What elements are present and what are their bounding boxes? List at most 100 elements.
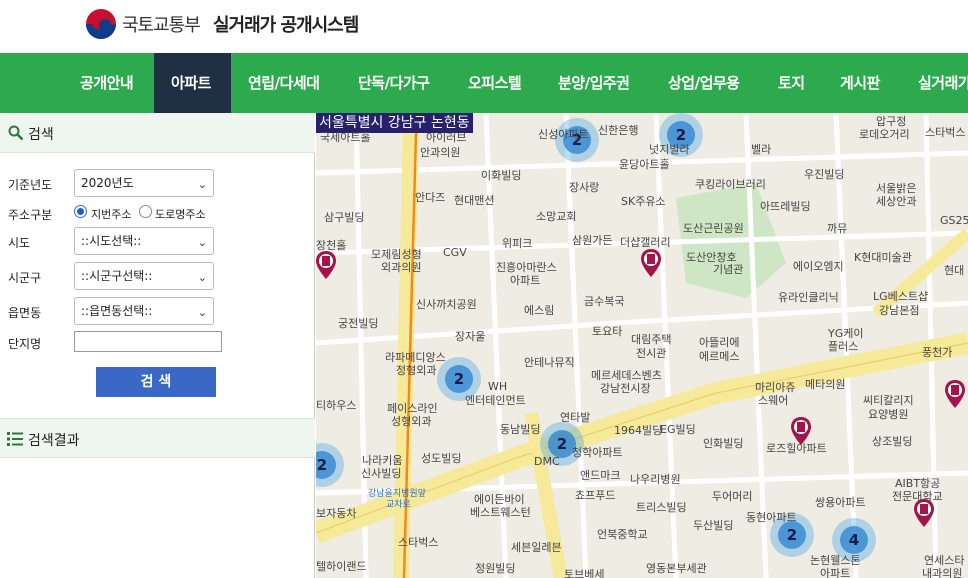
nav-item-guide[interactable]: 공개안내 — [80, 53, 140, 113]
year-select[interactable]: 2020년도 ⌄ — [74, 169, 214, 197]
map-label: 쌍용아파트 — [815, 496, 866, 509]
sido-label: 시도 — [8, 236, 31, 250]
map-label: GS25 — [940, 214, 968, 227]
map-label: 정원빌딩 — [475, 562, 516, 575]
apartment-marker-icon[interactable] — [641, 249, 661, 277]
map-label: 현대맨션 — [454, 194, 495, 207]
government-emblem-icon[interactable] — [86, 9, 116, 39]
map-label: 연타발 — [560, 411, 591, 424]
map-label: 토브베세 — [564, 568, 605, 578]
results-header: 검색결과 — [0, 418, 315, 458]
apartment-marker-icon[interactable] — [316, 251, 336, 279]
map-label: 기념관 — [713, 263, 744, 276]
map-label: 로데오거리 — [859, 128, 910, 141]
map-label: 안다즈 — [415, 191, 446, 204]
map-label: 국세아트홀 — [320, 131, 371, 144]
map-label: 언북중학교 — [597, 528, 648, 541]
year-label: 기준년도 — [8, 178, 53, 192]
map-label: 도산근린공원 — [683, 222, 744, 235]
map-label: 더샵갤러리 — [620, 236, 671, 249]
search-button[interactable]: 검 색 — [96, 367, 216, 397]
map-label: 성형외과 — [391, 415, 432, 428]
map-label: 윤당아트홀 — [619, 158, 670, 171]
map-label: 교차로 — [386, 500, 411, 510]
map-label: 신성아파트 — [538, 128, 589, 141]
sido-select[interactable]: ::시도선택:: ⌄ — [74, 227, 214, 255]
map-label: 영동본부세관 — [646, 562, 707, 575]
map-label: 세븐일레븐 — [511, 541, 562, 554]
map-label: 삼구빌딩 — [324, 211, 365, 224]
search-title: 검색 — [28, 127, 54, 143]
radio-road-address[interactable] — [139, 205, 152, 218]
map-label: 전문대학교 — [892, 490, 943, 503]
search-header: 검색 — [0, 113, 315, 153]
map-label: 성도빌딩 — [421, 452, 462, 465]
apartment-marker-icon[interactable] — [945, 380, 965, 408]
map-label: 안테나뮤직 — [524, 356, 575, 369]
map-label: 청학아파트 — [572, 446, 623, 459]
sigungu-select[interactable]: ::시군구선택:: ⌄ — [74, 262, 214, 290]
map-label: 안과의원 — [420, 146, 461, 159]
search-icon — [8, 125, 24, 141]
map-label: 세상안과 — [876, 195, 917, 208]
map-label: 메타의원 — [805, 378, 846, 391]
map-label: 신한은행 — [598, 124, 639, 137]
map-label: DMC — [534, 455, 560, 468]
dong-label: 읍면동 — [8, 306, 42, 320]
nav-item-commercial[interactable]: 상업/업무용 — [668, 53, 748, 113]
nav-item-land[interactable]: 토지 — [778, 53, 812, 113]
map-label: 요양병원 — [868, 408, 909, 421]
map-label: 아파트 — [820, 567, 851, 578]
map-label: 쵸프푸드 — [575, 489, 616, 502]
nav-item-board[interactable]: 게시판 — [840, 53, 890, 113]
map-label: 아뜨레빌딩 — [760, 200, 811, 213]
map-label: 장천홀 — [316, 239, 347, 252]
nav-item-apartment[interactable]: 아파트 — [154, 53, 231, 113]
chevron-down-icon: ⌄ — [197, 271, 207, 284]
map-label: 강남전시장 — [600, 382, 651, 395]
main-nav: 공개안내 아파트 연립/다세대 단독/다가구 오피스텔 분양/입주권 상업/업무… — [0, 53, 968, 113]
map-label: 강남본점 — [879, 304, 920, 317]
complex-input[interactable] — [74, 331, 222, 352]
radio-lot-address[interactable] — [74, 205, 87, 218]
map-label: 삼원가든 — [572, 234, 613, 247]
map-label: 내과의원 — [922, 567, 963, 578]
sido-value: ::시도선택:: — [81, 234, 142, 248]
system-title[interactable]: 실거래가 공개시스템 — [213, 11, 359, 37]
map-label: 아이러브 — [426, 131, 467, 144]
map-label: 동현아파트 — [746, 511, 797, 524]
map-label: CGV — [443, 246, 467, 259]
map-label: 장사랑 — [569, 181, 600, 194]
map-label: EG빌딩 — [660, 423, 696, 436]
list-icon — [7, 431, 23, 447]
map-label: 장자울 — [455, 330, 486, 343]
map-label: 벨라 — [751, 143, 772, 156]
map-label: 동남빌딩 — [500, 423, 541, 436]
nav-item-multiplex[interactable]: 연립/다세대 — [248, 53, 328, 113]
nav-item-detached[interactable]: 단독/다가구 — [358, 53, 438, 113]
chevron-down-icon: ⌄ — [197, 306, 207, 319]
dong-select[interactable]: ::읍면동선택:: ⌄ — [74, 297, 214, 325]
map-label: K현대미술관 — [854, 251, 912, 264]
radio-lot-label: 지번주소 — [91, 208, 132, 221]
nav-item-realprice[interactable]: 실거래가 — [918, 53, 968, 113]
map-label: 우진빌딩 — [804, 168, 845, 181]
map-label: 1964빌딩 — [614, 424, 663, 437]
map-label: 에스림 — [524, 304, 555, 317]
map-view[interactable]: 서울특별시 강남구 논현동 2 2 2 2 2 2 4 국세아트홀 아이러브 안… — [316, 113, 968, 578]
sigungu-label: 시군구 — [8, 271, 42, 285]
map-label: 아파트 — [510, 274, 541, 287]
map-label: 상조빌딩 — [872, 435, 913, 448]
map-label: 두어머리 — [712, 490, 753, 503]
map-label: 외과의원 — [381, 261, 422, 274]
map-label: 전시관 — [636, 347, 667, 360]
map-label: 금수복국 — [584, 295, 625, 308]
map-label: 위피크 — [502, 237, 533, 250]
chevron-down-icon: ⌄ — [197, 178, 207, 191]
nav-item-officetel[interactable]: 오피스텔 — [468, 53, 538, 113]
map-label: 신사까치공원 — [416, 298, 477, 311]
map-label: 두산빌딩 — [693, 519, 734, 532]
nav-item-presale[interactable]: 분양/입주권 — [558, 53, 638, 113]
ministry-name[interactable]: 국토교통부 — [122, 11, 201, 37]
sigungu-value: ::시군구선택:: — [81, 269, 153, 283]
